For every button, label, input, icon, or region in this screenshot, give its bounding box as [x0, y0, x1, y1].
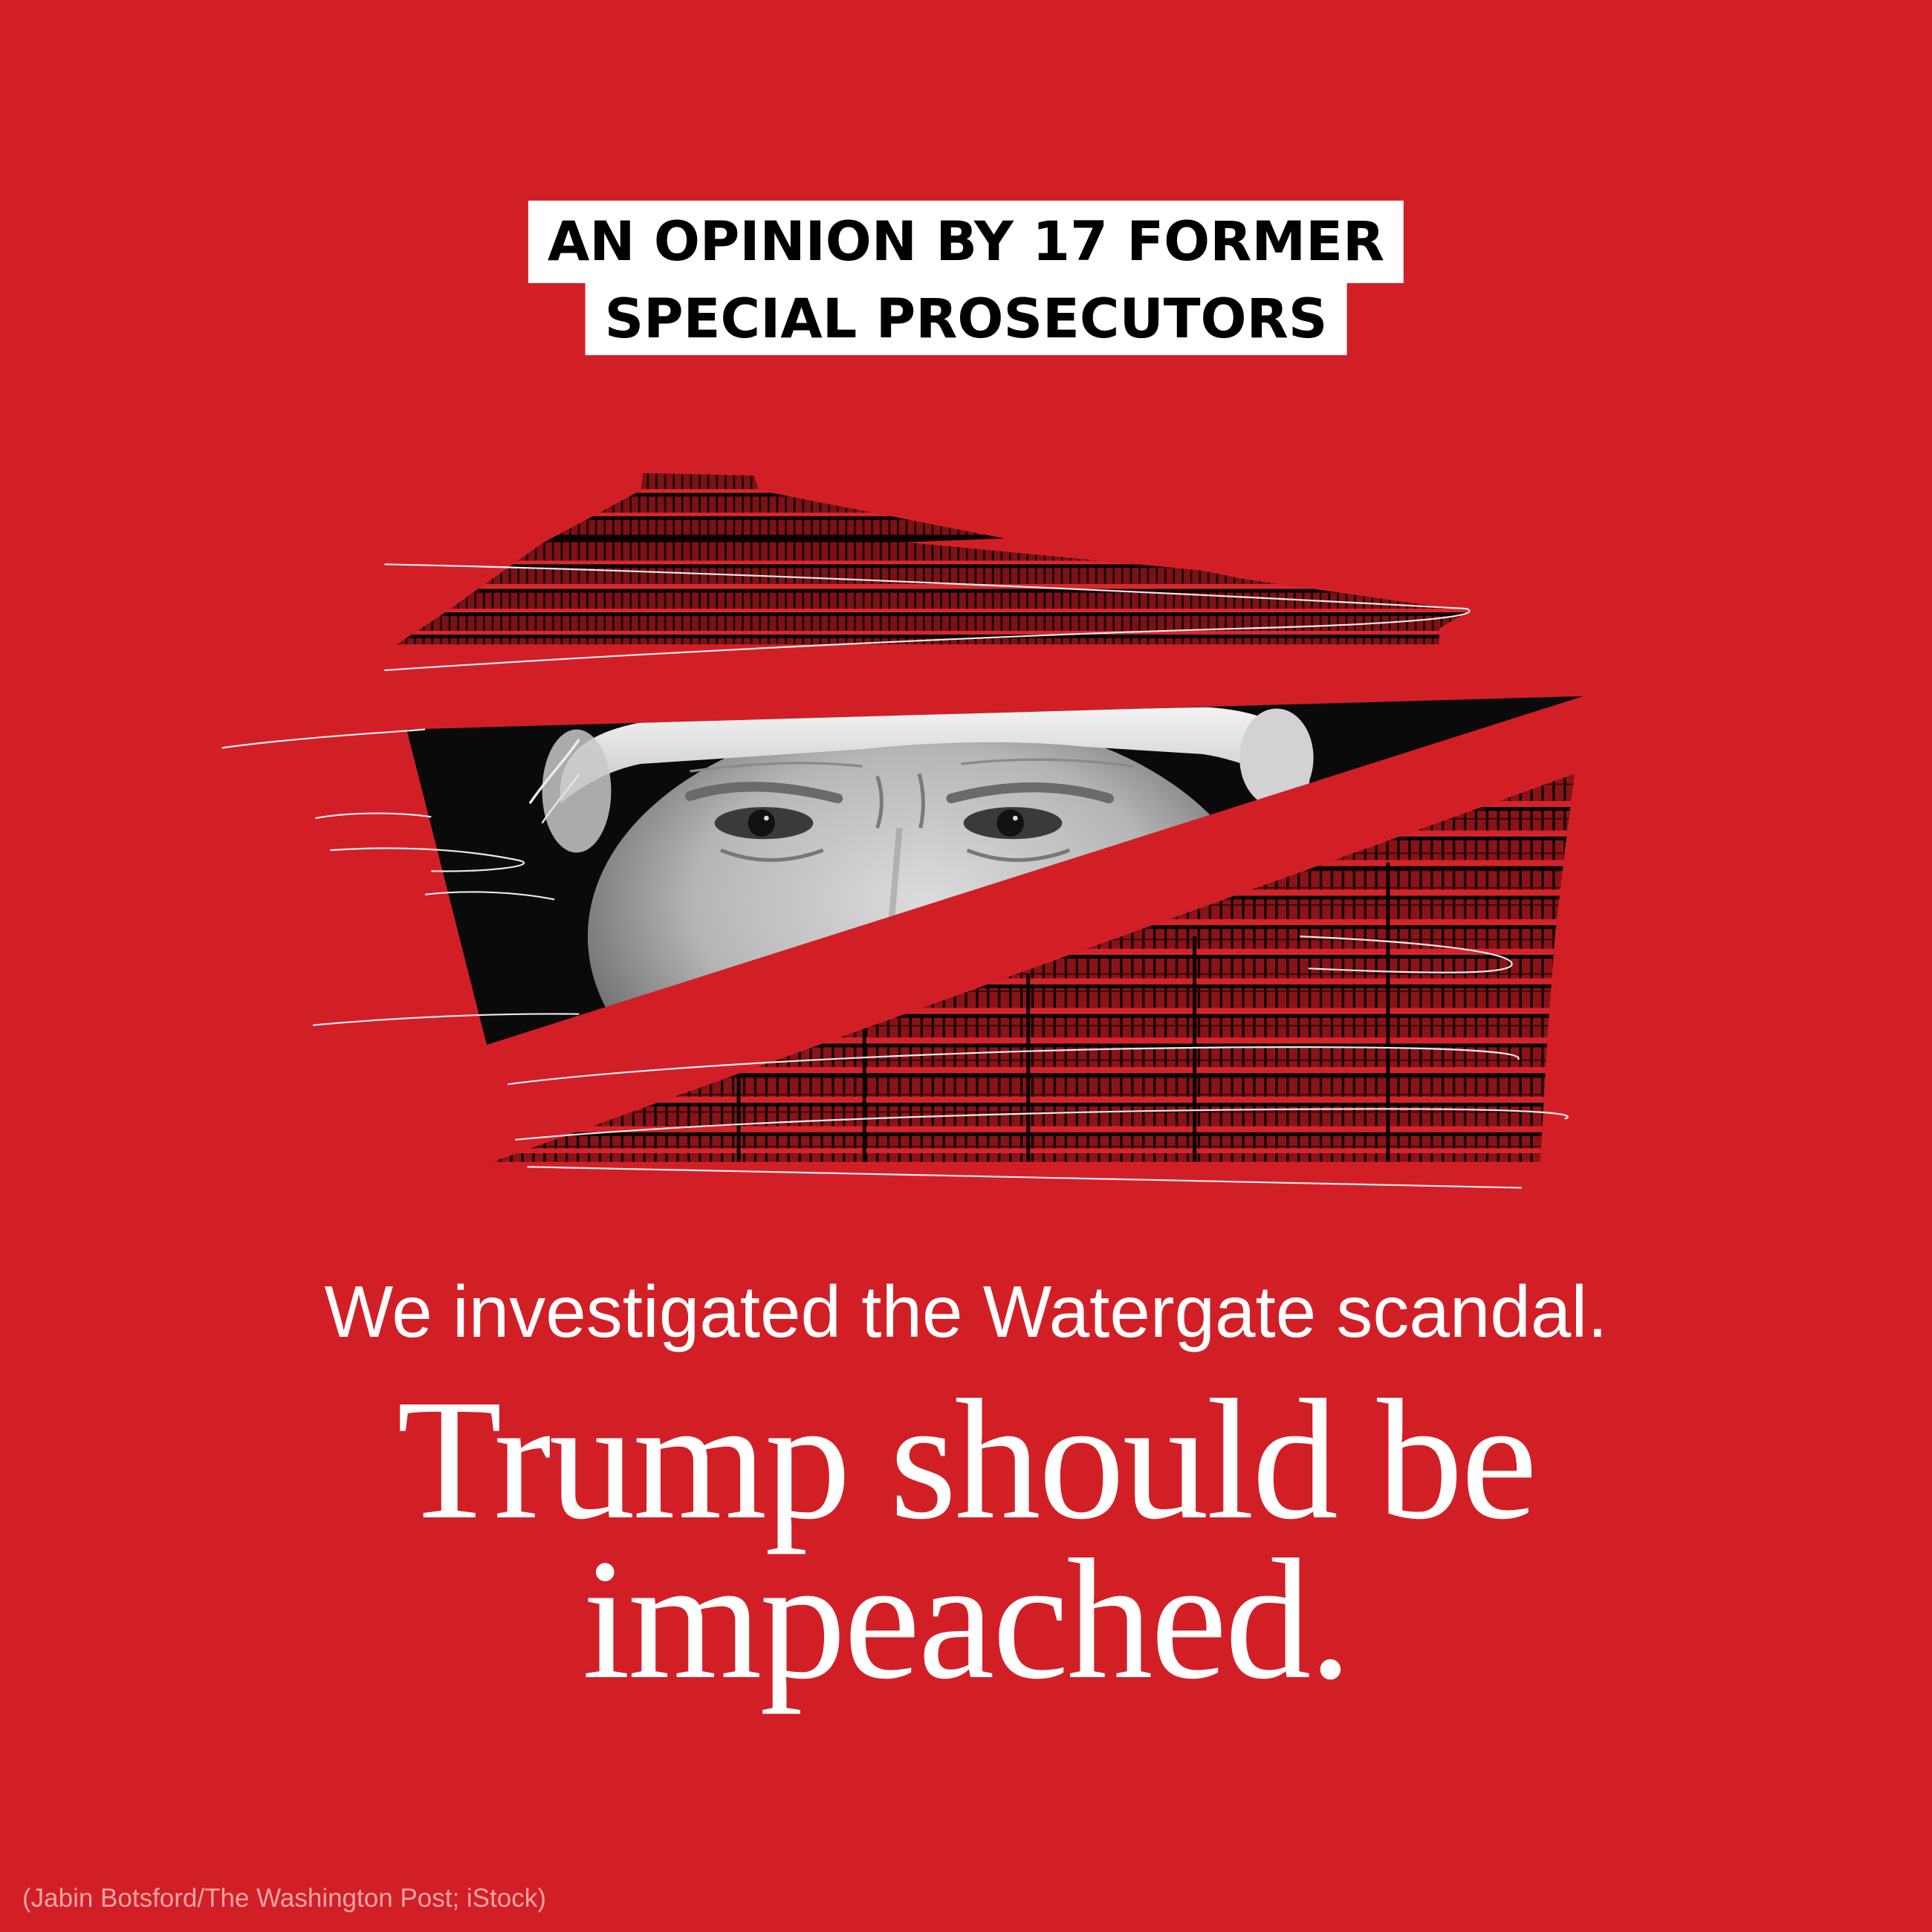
floor-slab — [396, 560, 1469, 565]
floor-shadow — [493, 1014, 1575, 1018]
floor-slab — [396, 583, 1469, 589]
headline-line-2: impeached. — [582, 1524, 1352, 1715]
floor-shadow — [396, 493, 1469, 497]
side-hair-right — [1239, 708, 1314, 808]
building-column — [1026, 973, 1031, 1162]
scribble-line — [221, 728, 426, 749]
floor-shadow — [493, 1073, 1575, 1077]
kicker-line-1: AN OPINION BY 17 FORMER — [528, 201, 1404, 283]
left-iris — [748, 809, 775, 837]
right-eye-highlight — [1013, 815, 1018, 821]
right-iris — [996, 809, 1024, 837]
floor-shadow — [396, 516, 1469, 520]
building-column — [862, 1010, 866, 1162]
headline-line-1: Trump should be — [397, 1364, 1537, 1555]
side-hair-left — [542, 729, 612, 853]
floor-slab — [396, 512, 1469, 516]
building-column — [736, 1022, 741, 1162]
floor-shadow — [493, 1103, 1575, 1107]
photo-credit: (Jabin Botsford/The Washington Post; iSt… — [22, 1884, 546, 1913]
floor-shadow — [396, 612, 1469, 617]
floor-slab — [396, 630, 1469, 635]
floor-slab — [493, 1008, 1575, 1014]
scribble-line — [315, 812, 432, 820]
building-column — [1193, 936, 1197, 1162]
left-eye-highlight — [764, 815, 769, 821]
floor-slab — [493, 1096, 1575, 1103]
headline: Trump should be impeached. — [0, 1364, 1932, 1715]
floor-shadow — [396, 634, 1469, 638]
floor-slab — [396, 609, 1469, 613]
floor-slab — [493, 1148, 1575, 1154]
floor-slab — [396, 489, 1469, 493]
graphic-page: AN OPINION BY 17 FORMER SPECIAL PROSECUT… — [0, 0, 1932, 1932]
floor-shadow — [396, 589, 1469, 593]
floor-shadow — [493, 1043, 1575, 1048]
building-column — [1386, 862, 1390, 1162]
floor-slab — [493, 1037, 1575, 1044]
railing-band — [396, 534, 1469, 542]
floor-shadow — [493, 1132, 1575, 1136]
scribble-line — [527, 1166, 1522, 1189]
kicker-line-2: SPECIAL PROSECUTORS — [585, 283, 1347, 355]
dek: We investigated the Watergate scandal. — [324, 1271, 1608, 1352]
